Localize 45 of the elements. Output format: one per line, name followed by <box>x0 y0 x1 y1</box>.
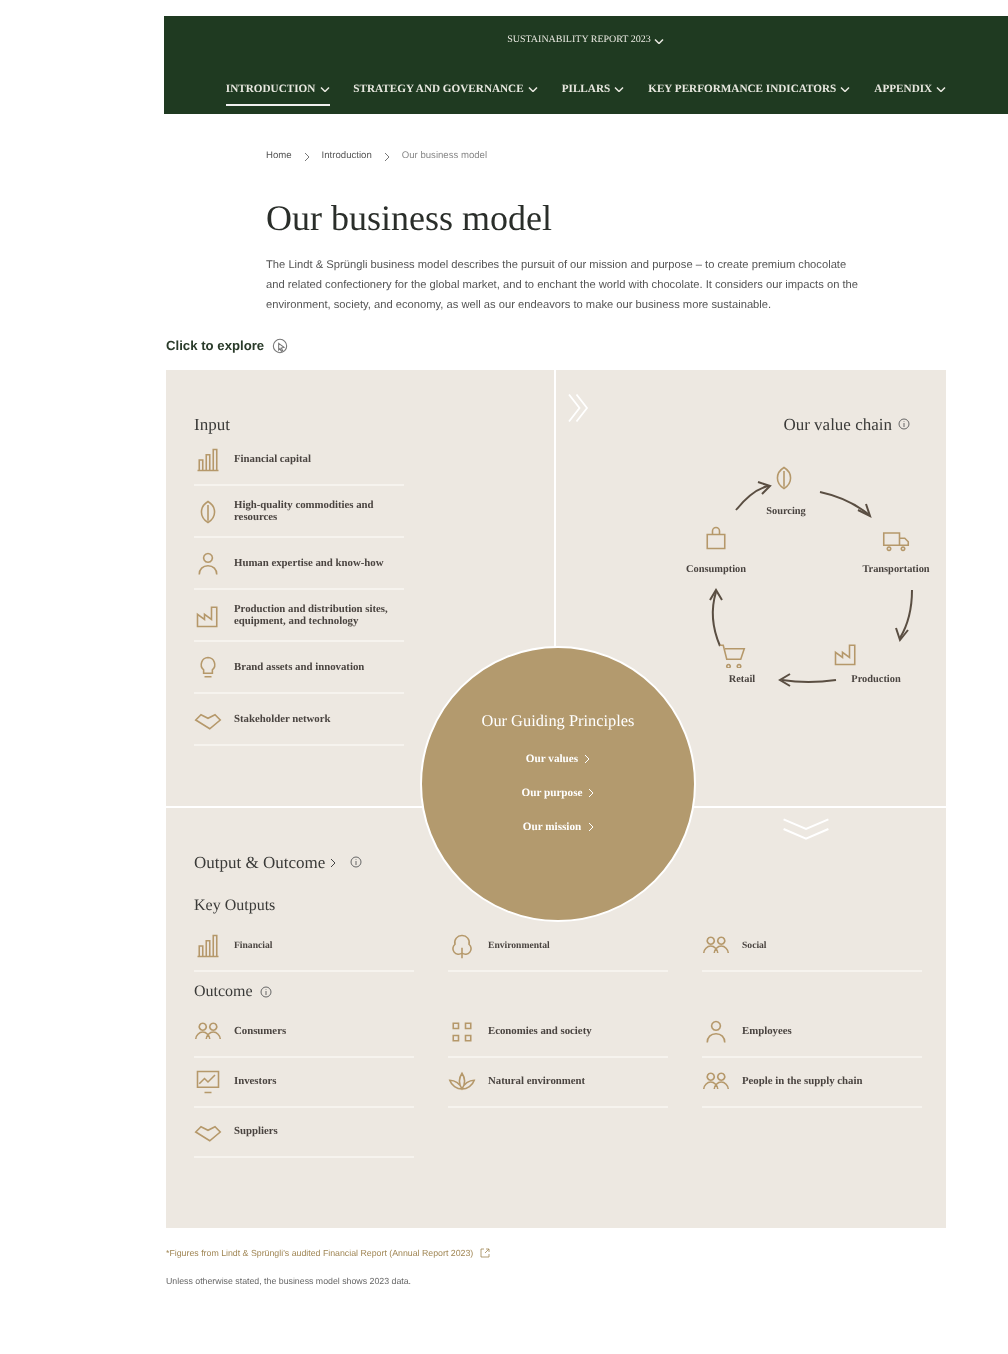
bag-icon <box>702 524 730 552</box>
cycle-arrow <box>895 589 913 643</box>
chevron-right-icon <box>588 788 595 798</box>
cart-icon <box>718 640 746 668</box>
cursor-icon <box>272 338 289 354</box>
info-icon[interactable] <box>898 418 910 430</box>
lotus-icon <box>448 1068 476 1096</box>
cycle-arrow <box>709 588 723 647</box>
factory-icon <box>194 601 222 629</box>
cycle-arrow <box>819 491 872 518</box>
page-title: Our business model <box>266 196 554 240</box>
chevron-right-icon <box>587 822 594 832</box>
chevron-right-icon <box>303 151 310 161</box>
bars-icon <box>194 932 222 960</box>
line-chart-icon <box>194 1068 222 1096</box>
lightbulb-icon <box>194 653 222 681</box>
chevron-right-icon <box>329 857 336 867</box>
external-link-icon <box>479 1248 490 1258</box>
key-outputs-title: Key Outputs <box>194 896 278 914</box>
guiding-principles-title: Our Guiding Principles <box>481 712 635 730</box>
double-chevron-icon <box>566 390 590 426</box>
person-icon <box>194 549 222 577</box>
info-icon[interactable] <box>260 985 273 997</box>
input-title: Input <box>194 414 232 434</box>
outcome-title: Outcome <box>194 982 253 1000</box>
grid-icon <box>448 1018 476 1046</box>
factory-icon <box>832 640 860 668</box>
value-chain-title: Our value chain <box>783 414 892 434</box>
double-chevron-icon <box>782 816 830 842</box>
truck-icon <box>882 526 910 554</box>
tree-icon <box>448 932 476 960</box>
chevron-right-icon <box>383 151 390 161</box>
chevron-down-icon <box>840 85 851 93</box>
chevron-down-icon <box>654 37 665 45</box>
chevron-down-icon <box>936 85 947 93</box>
info-icon[interactable] <box>349 856 362 868</box>
cycle-arrow <box>735 481 772 511</box>
person-icon <box>702 1018 730 1046</box>
chevron-down-icon <box>614 85 625 93</box>
chevron-right-icon <box>584 754 591 764</box>
chevron-down-icon <box>527 85 538 93</box>
chevron-down-icon <box>319 85 330 93</box>
cycle-arrow <box>778 673 837 687</box>
output-outcome-title[interactable]: Output & Outcome <box>194 852 326 872</box>
bars-icon <box>194 445 222 473</box>
